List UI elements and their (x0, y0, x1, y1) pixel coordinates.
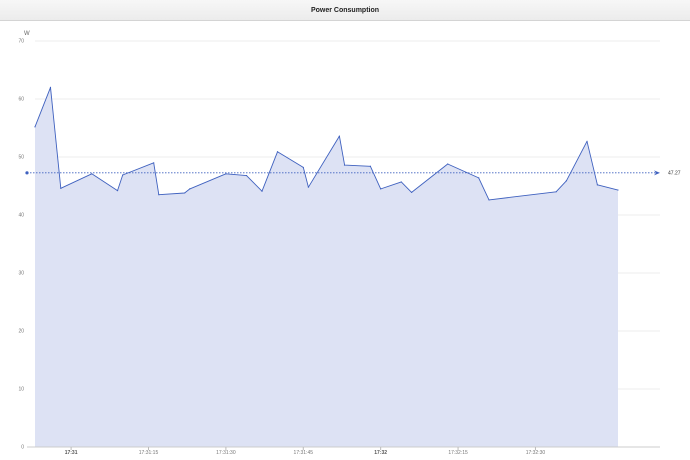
x-tick-label: 17:32:15 (448, 450, 468, 456)
y-tick-label: 0 (21, 445, 24, 451)
data-point (122, 174, 124, 176)
data-point (617, 189, 619, 191)
data-point (447, 163, 449, 165)
x-tick-label: 17:31:15 (139, 450, 159, 456)
y-tick-label: 30 (18, 271, 24, 277)
y-tick-label: 70 (18, 39, 24, 45)
data-point (400, 181, 402, 183)
data-point (565, 180, 568, 182)
data-point (184, 192, 186, 194)
data-point (189, 188, 191, 190)
data-point (488, 199, 490, 201)
data-point (369, 165, 371, 167)
series-area (35, 87, 618, 448)
data-point (60, 187, 62, 189)
y-tick-label: 20 (18, 329, 24, 335)
data-point (343, 164, 346, 166)
data-point (411, 191, 413, 193)
data-point (302, 166, 304, 169)
data-point (91, 173, 93, 175)
data-point (116, 190, 119, 192)
data-point (34, 126, 36, 128)
data-point (245, 174, 248, 177)
y-tick-label: 50 (18, 155, 24, 161)
average-value-label: 47.27 (668, 171, 681, 177)
x-tick-label: 17:31:45 (294, 450, 314, 456)
y-tick-label: 60 (18, 97, 24, 103)
average-start-marker (25, 171, 29, 175)
x-tick-label: 17:32:30 (526, 450, 546, 456)
data-point (158, 194, 160, 196)
data-point (153, 162, 155, 164)
data-point (555, 191, 557, 193)
data-point (49, 86, 52, 88)
data-point (261, 190, 263, 192)
data-point (596, 184, 598, 186)
x-tick-label: 17:31 (65, 450, 78, 456)
power-chart: 0 10 20 30 40 50 60 70 17:31 17:31:15 17:31:30 17:3… (18, 31, 681, 456)
y-tick-label: 40 (18, 213, 24, 219)
data-point (586, 140, 588, 142)
data-point (338, 135, 340, 137)
data-point (478, 177, 480, 179)
chart-window: Power Consumption 0 10 20 30 40 50 60 70 17:31 17… (0, 0, 690, 460)
data-point (307, 186, 310, 188)
data-point (380, 188, 382, 190)
y-tick-label: 10 (18, 387, 24, 393)
data-point (225, 173, 227, 175)
x-tick-label: 17:31:30 (216, 450, 236, 456)
data-point (276, 151, 279, 153)
x-tick-label: 17:32 (374, 450, 387, 456)
y-axis-unit: W (24, 31, 30, 37)
area-layer (34, 86, 619, 448)
